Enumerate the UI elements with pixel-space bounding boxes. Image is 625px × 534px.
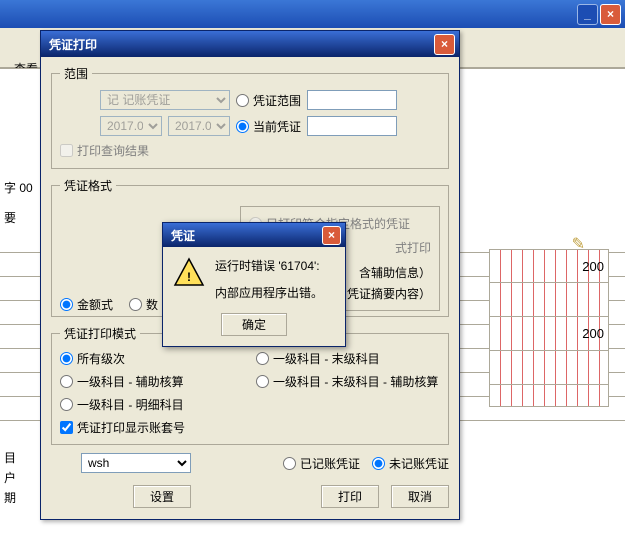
date-to-select: 2017.01 xyxy=(168,116,230,136)
error-close-button[interactable]: × xyxy=(322,226,341,245)
ledger-mu: 目 xyxy=(4,449,16,466)
current-radio-label: 当前凭证 xyxy=(236,118,301,135)
voucher-type-select: 记 记账凭证 xyxy=(100,90,230,110)
range-radio[interactable] xyxy=(236,94,249,107)
dialog-title: 凭证打印 xyxy=(49,36,97,53)
all-levels-text: 所有级次 xyxy=(77,350,125,367)
all-levels-label: 所有级次 xyxy=(60,350,244,367)
amount-radio-label: 金额式 xyxy=(60,296,113,313)
unposted-label: 未记账凭证 xyxy=(372,455,449,472)
svg-text:!: ! xyxy=(187,270,191,284)
settings-button[interactable]: 设置 xyxy=(133,485,191,508)
user-select[interactable]: wsh xyxy=(81,453,191,473)
app-titlebar: _ × xyxy=(0,0,625,28)
error-title: 凭证 xyxy=(171,227,195,244)
print-query-checkbox xyxy=(60,144,73,157)
ledger-qi: 期 xyxy=(4,489,16,506)
print-button[interactable]: 打印 xyxy=(321,485,379,508)
posted-radio[interactable] xyxy=(283,457,296,470)
lvl1-last-radio[interactable] xyxy=(256,352,269,365)
lvl1-detail-radio[interactable] xyxy=(60,398,73,411)
range-radio-label: 凭证范围 xyxy=(236,92,301,109)
error-ok-button[interactable]: 确定 xyxy=(221,313,287,336)
lvl1-detail-text: 一级科目 - 明细科目 xyxy=(77,396,184,413)
range-input[interactable] xyxy=(307,90,397,110)
current-input[interactable] xyxy=(307,116,397,136)
ledger-hu: 户 xyxy=(4,469,16,486)
lvl1-aux-text: 一级科目 - 辅助核算 xyxy=(77,373,184,390)
dialog-close-button[interactable]: × xyxy=(434,34,455,55)
lvl1-last-text: 一级科目 - 末级科目 xyxy=(273,350,380,367)
amount-radio[interactable] xyxy=(60,298,73,311)
scope-legend: 范围 xyxy=(60,65,92,82)
lvl1-last-aux-radio[interactable] xyxy=(256,375,269,388)
close-button[interactable]: × xyxy=(600,4,621,25)
show-set-no-text: 凭证打印显示账套号 xyxy=(77,419,185,436)
lvl1-detail-label: 一级科目 - 明细科目 xyxy=(60,396,244,413)
warning-icon: ! xyxy=(173,257,205,303)
grid-cell: 200 xyxy=(489,249,609,283)
grid-cell xyxy=(489,283,609,317)
print-query-text: 打印查询结果 xyxy=(77,142,149,159)
current-label-text: 当前凭证 xyxy=(253,118,301,135)
show-set-no-checkbox[interactable] xyxy=(60,421,73,434)
minimize-button[interactable]: _ xyxy=(577,4,598,25)
ledger-num: 00 xyxy=(19,181,32,195)
lvl1-aux-radio[interactable] xyxy=(60,375,73,388)
ledger-zi: 字 xyxy=(4,181,16,195)
lvl1-last-aux-label: 一级科目 - 末级科目 - 辅助核算 xyxy=(256,373,440,390)
error-line2: 内部应用程序出错。 xyxy=(215,284,323,303)
lvl1-last-label: 一级科目 - 末级科目 xyxy=(256,350,440,367)
show-set-no-label: 凭证打印显示账套号 xyxy=(60,419,440,436)
amount-text: 金额式 xyxy=(77,296,113,313)
current-radio[interactable] xyxy=(236,120,249,133)
posted-text: 已记账凭证 xyxy=(300,455,360,472)
ledger-grid: 200 200 xyxy=(489,249,609,407)
unposted-radio[interactable] xyxy=(372,457,385,470)
qty-radio[interactable] xyxy=(129,298,142,311)
format-legend: 凭证格式 xyxy=(60,177,116,194)
all-levels-radio[interactable] xyxy=(60,352,73,365)
grid-cell xyxy=(489,385,609,407)
lvl1-aux-label: 一级科目 - 辅助核算 xyxy=(60,373,244,390)
grid-cell xyxy=(489,351,609,385)
error-line1: 运行时错误 '61704': xyxy=(215,257,323,276)
grid-cell: 200 xyxy=(489,317,609,351)
lvl1-last-aux-text: 一级科目 - 末级科目 - 辅助核算 xyxy=(273,373,438,390)
unposted-text: 未记账凭证 xyxy=(389,455,449,472)
error-dialog: 凭证 × ! 运行时错误 '61704': 内部应用程序出错。 确定 xyxy=(162,222,346,347)
qty-radio-label: 数 xyxy=(129,296,158,313)
error-titlebar: 凭证 × xyxy=(163,223,345,247)
posted-label: 已记账凭证 xyxy=(283,455,360,472)
dialog-titlebar: 凭证打印 × xyxy=(41,31,459,57)
mode-legend: 凭证打印模式 xyxy=(60,325,140,342)
ledger-yao: 要 xyxy=(4,209,16,226)
qty-text: 数 xyxy=(146,296,158,313)
scope-fieldset: 范围 记 记账凭证 凭证范围 2017.01 2017.01 当前凭证 打印查询… xyxy=(51,65,449,169)
date-from-select: 2017.01 xyxy=(100,116,162,136)
range-label-text: 凭证范围 xyxy=(253,92,301,109)
cancel-button[interactable]: 取消 xyxy=(391,485,449,508)
print-query-checkbox-label: 打印查询结果 xyxy=(60,142,149,159)
